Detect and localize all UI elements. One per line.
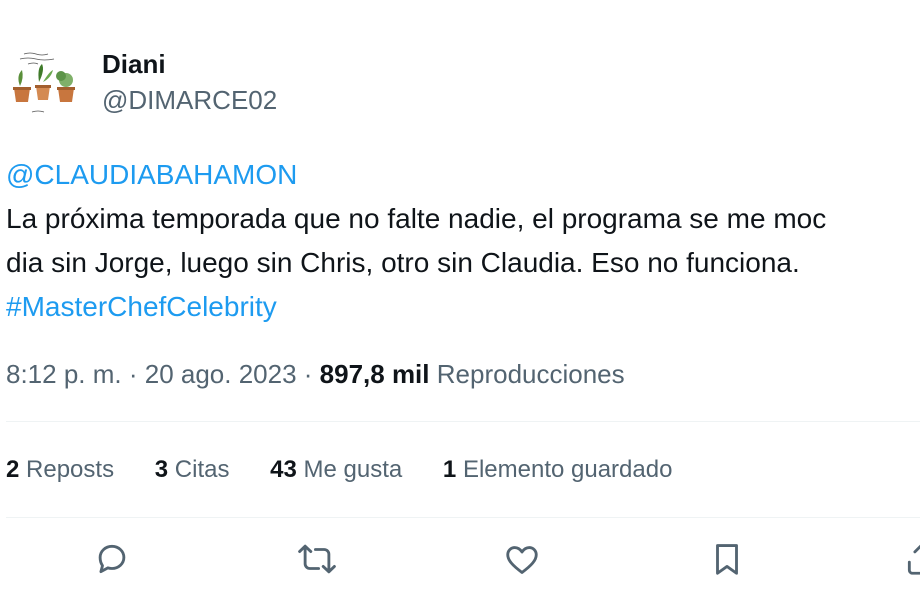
- avatar[interactable]: [6, 46, 80, 120]
- views-label: Reproducciones: [436, 359, 625, 389]
- tweet-line-2: dia sin Jorge, luego sin Chris, otro sin…: [6, 247, 800, 278]
- like-icon: [506, 546, 538, 574]
- divider: [6, 421, 920, 422]
- bookmark-icon: [716, 544, 738, 575]
- plant-pots-icon: [6, 46, 80, 120]
- like-button[interactable]: [498, 535, 546, 583]
- author-display-name[interactable]: Diani: [102, 48, 166, 80]
- quotes-label: Citas: [174, 456, 230, 483]
- divider: [6, 517, 920, 518]
- reposts-stat[interactable]: 2 Reposts: [6, 452, 114, 488]
- likes-count: 43: [270, 456, 297, 483]
- tweet-meta: 8:12 p. m. · 20 ago. 2023 · 897,8 mil Re…: [6, 356, 625, 392]
- likes-stat[interactable]: 43 Me gusta: [270, 452, 402, 488]
- quotes-count: 3: [154, 456, 169, 483]
- meta-separator-2: ·: [296, 359, 320, 389]
- bookmarks-stat[interactable]: 1 Elemento guardado: [443, 452, 673, 488]
- likes-label: Me gusta: [303, 456, 403, 483]
- bookmark-button[interactable]: [703, 535, 751, 583]
- reposts-count: 2: [6, 456, 20, 483]
- reply-icon: [98, 544, 126, 574]
- repost-icon: [298, 544, 336, 574]
- action-bar: [0, 535, 920, 591]
- reply-button[interactable]: [88, 535, 136, 583]
- bookmarks-label: Elemento guardado: [462, 456, 673, 483]
- tweet-date[interactable]: 20 ago. 2023: [145, 359, 297, 389]
- hashtag-link[interactable]: #MasterChefCelebrity: [6, 291, 277, 322]
- author-handle[interactable]: @DIMARCE02: [102, 84, 277, 116]
- views-count: 897,8 mil: [319, 359, 430, 389]
- reposts-label: Reposts: [26, 456, 115, 483]
- mention-link[interactable]: @CLAUDIABAHAMON: [6, 159, 297, 190]
- tweet-text: @CLAUDIABAHAMON La próxima temporada que…: [6, 153, 920, 329]
- quotes-stat[interactable]: 3 Citas: [155, 452, 230, 488]
- bookmarks-count: 1: [442, 456, 457, 483]
- tweet-time[interactable]: 8:12 p. m.: [6, 359, 122, 389]
- share-icon: [907, 544, 920, 575]
- tweet-line-1: La próxima temporada que no falte nadie,…: [6, 203, 827, 234]
- repost-button[interactable]: [293, 535, 341, 583]
- share-button[interactable]: [898, 535, 920, 583]
- engagement-stats: 2 Reposts 3 Citas 43 Me gusta 1 Elemento…: [6, 452, 706, 488]
- meta-separator-1: ·: [121, 359, 145, 389]
